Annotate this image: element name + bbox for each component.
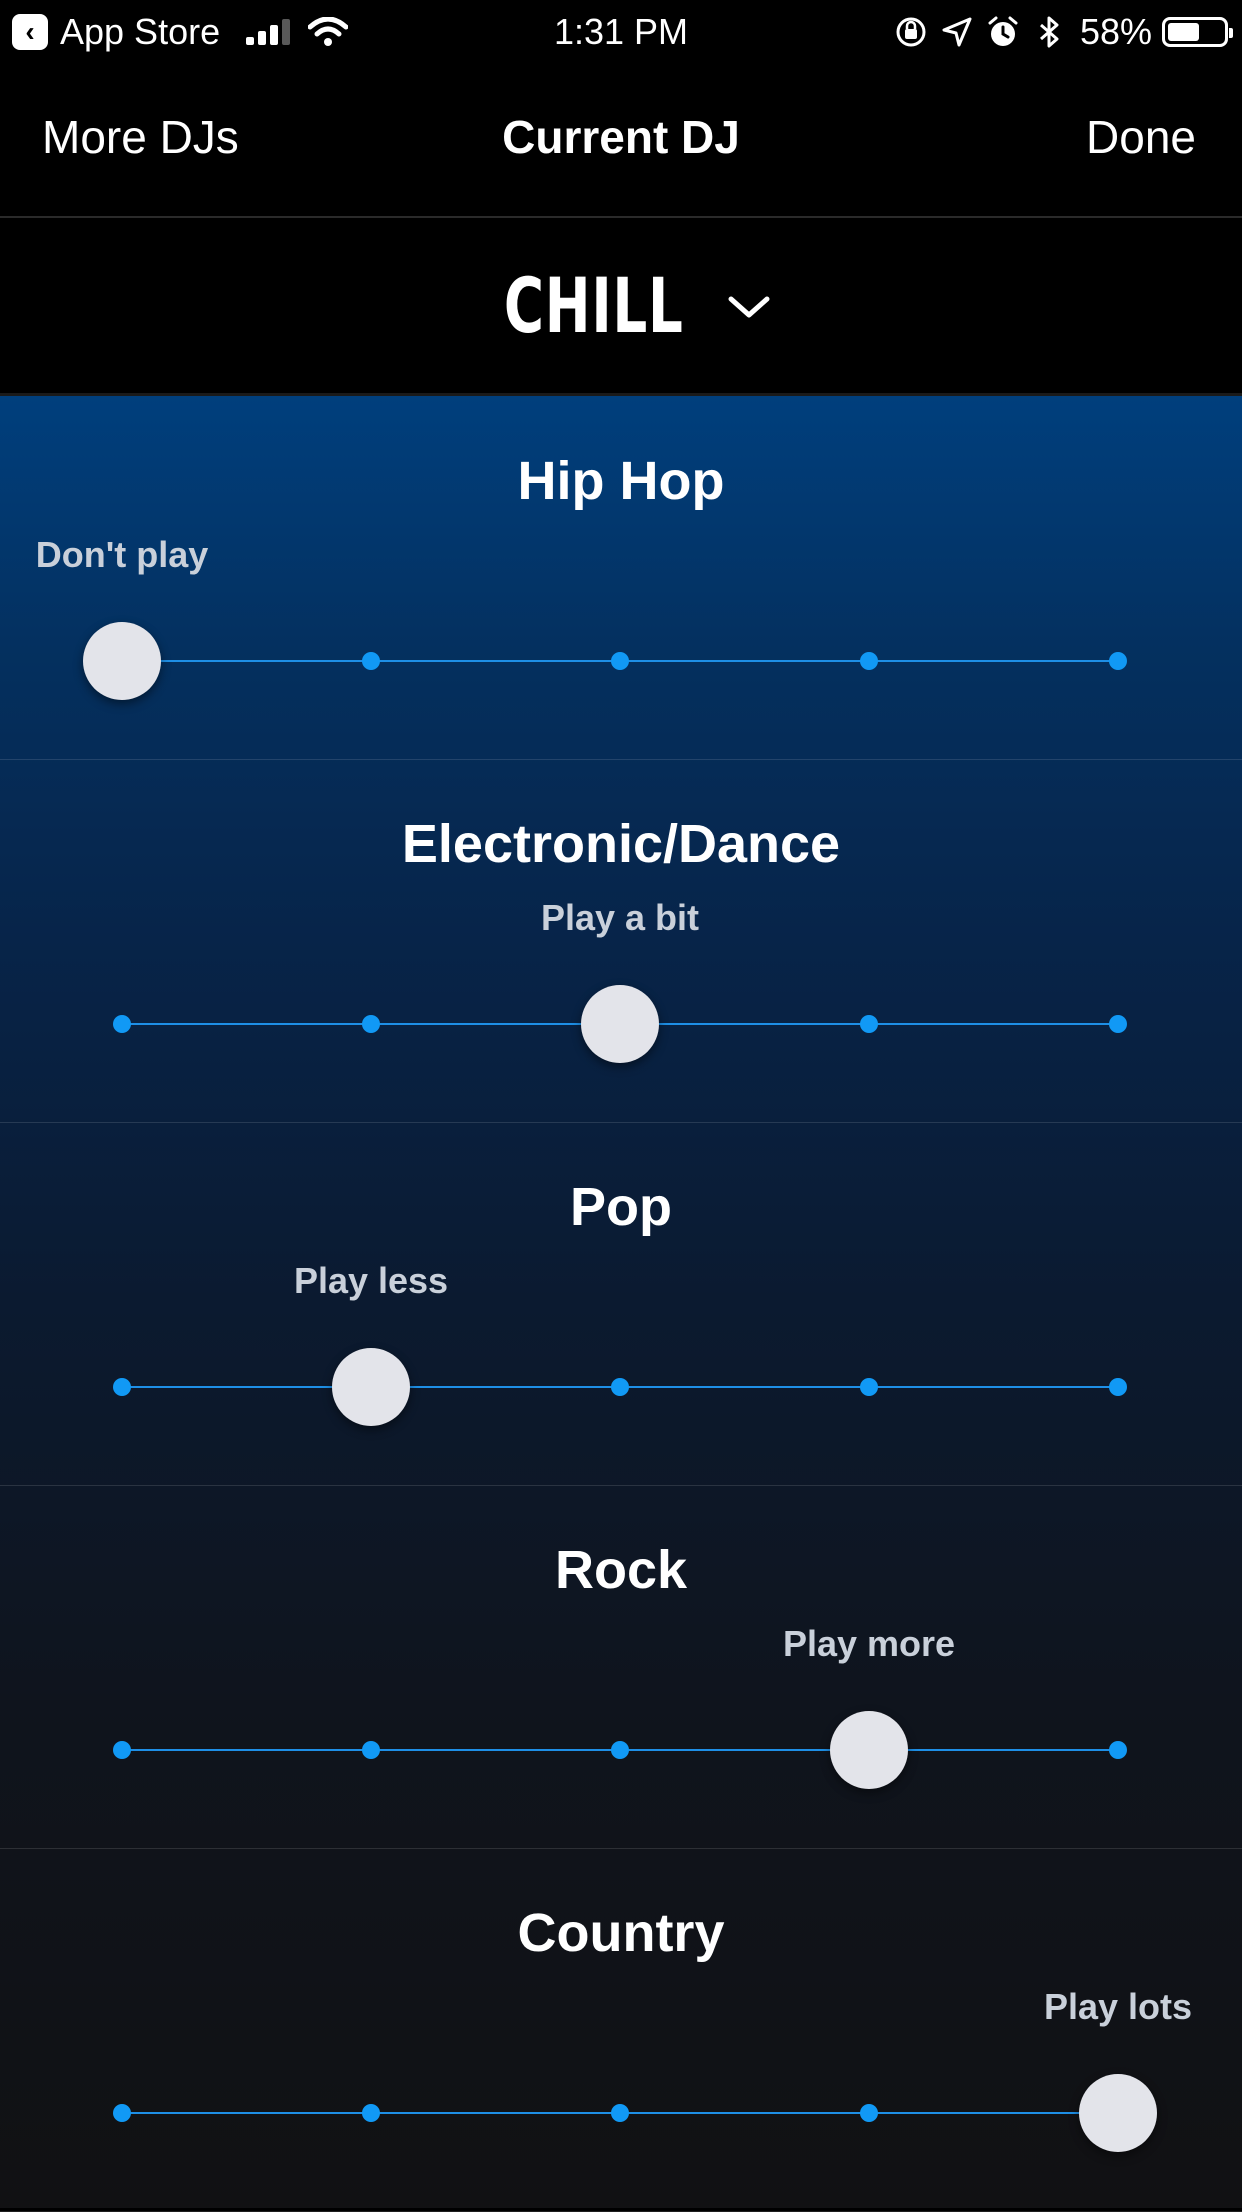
slider-stop[interactable] bbox=[362, 1015, 380, 1033]
slider-stop[interactable] bbox=[611, 652, 629, 670]
genre-row: Hip Hop Don't play bbox=[0, 396, 1242, 760]
slider-stop[interactable] bbox=[113, 2104, 131, 2122]
slider-stop[interactable] bbox=[362, 2104, 380, 2122]
slider-stop[interactable] bbox=[1109, 1741, 1127, 1759]
slider-level-label: Play less bbox=[293, 1260, 449, 1301]
status-bar: ‹ App Store 1:31 PM 58% bbox=[0, 0, 1242, 62]
slider-stop[interactable] bbox=[362, 652, 380, 670]
genre-title: Pop bbox=[570, 1177, 672, 1237]
slider-stop[interactable] bbox=[611, 2104, 629, 2122]
genre-title: Electronic/Dance bbox=[401, 814, 841, 874]
slider-level-label: Play lots bbox=[1043, 1986, 1193, 2027]
genre-row: Pop Play less bbox=[0, 1122, 1242, 1486]
slider-stop[interactable] bbox=[113, 1378, 131, 1396]
navigation-bar: More DJs Current DJ Done bbox=[0, 62, 1242, 218]
slider-stop[interactable] bbox=[611, 1378, 629, 1396]
genre-title: Rock bbox=[554, 1540, 688, 1600]
genre-title: Hip Hop bbox=[517, 451, 725, 511]
alarm-icon bbox=[988, 16, 1018, 46]
slider-stop[interactable] bbox=[860, 2104, 878, 2122]
status-bar-right: 58% bbox=[882, 10, 1233, 54]
slider-stop[interactable] bbox=[1109, 652, 1127, 670]
battery-percent: 58% bbox=[1079, 11, 1152, 52]
slider-thumb[interactable] bbox=[1079, 2074, 1157, 2152]
genre-row: Country Play lots bbox=[0, 1848, 1242, 2212]
slider-stop[interactable] bbox=[362, 1741, 380, 1759]
slider-stop[interactable] bbox=[860, 1378, 878, 1396]
slider-stop[interactable] bbox=[113, 1015, 131, 1033]
orientation-lock-icon bbox=[896, 17, 926, 47]
bluetooth-icon bbox=[1039, 16, 1059, 48]
slider-stop[interactable] bbox=[1109, 1015, 1127, 1033]
slider-level-label: Don't play bbox=[35, 534, 209, 575]
slider-stop[interactable] bbox=[113, 1741, 131, 1759]
dj-selector-dropdown[interactable]: CHILL bbox=[0, 218, 1242, 396]
slider-thumb[interactable] bbox=[581, 985, 659, 1063]
slider-stop[interactable] bbox=[611, 1741, 629, 1759]
chevron-down-icon[interactable] bbox=[725, 291, 773, 321]
slider-stop[interactable] bbox=[860, 652, 878, 670]
done-button[interactable]: Done bbox=[1086, 110, 1196, 164]
battery-icon bbox=[1162, 17, 1233, 47]
slider-level-label: Play more bbox=[782, 1623, 956, 1664]
slider-thumb[interactable] bbox=[830, 1711, 908, 1789]
battery-level-fill bbox=[1168, 23, 1199, 41]
genre-row: Rock Play more bbox=[0, 1485, 1242, 1849]
genre-row: Electronic/Dance Play a bit bbox=[0, 759, 1242, 1123]
genre-sliders-panel: Hip Hop Don't play Electronic/Dance Play a … bbox=[0, 396, 1242, 2212]
genre-title: Country bbox=[517, 1903, 725, 1963]
slider-thumb[interactable] bbox=[332, 1348, 410, 1426]
slider-level-label: Play a bit bbox=[540, 897, 700, 938]
slider-stop[interactable] bbox=[860, 1015, 878, 1033]
dj-name[interactable]: CHILL bbox=[504, 261, 684, 350]
slider-thumb[interactable] bbox=[83, 622, 161, 700]
page-title: Current DJ bbox=[502, 111, 740, 163]
location-arrow-icon bbox=[942, 17, 972, 47]
slider-stop[interactable] bbox=[1109, 1378, 1127, 1396]
